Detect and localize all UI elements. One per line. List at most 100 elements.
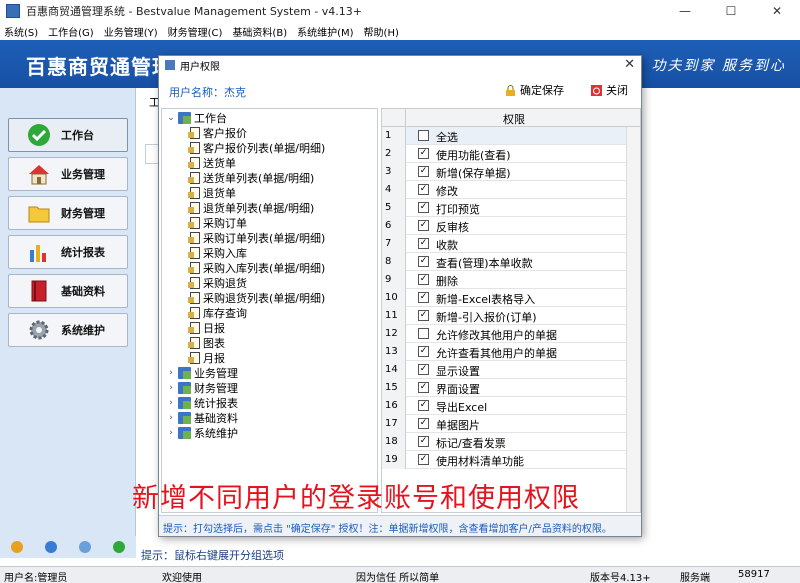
permission-checkbox[interactable]: ✓	[418, 274, 429, 285]
grid-header: 权限	[382, 109, 640, 127]
permission-checkbox[interactable]	[418, 130, 429, 141]
key-icon[interactable]	[11, 541, 23, 553]
table-row[interactable]: 6 ✓ 反审核	[382, 217, 640, 235]
permission-checkbox[interactable]: ✓	[418, 166, 429, 177]
table-row[interactable]: 5 ✓ 打印预览	[382, 199, 640, 217]
book-icon	[27, 279, 51, 303]
permission-checkbox[interactable]: ✓	[418, 418, 429, 429]
table-row[interactable]: 7 ✓ 收款	[382, 235, 640, 253]
back-icon[interactable]	[113, 541, 125, 553]
maximize-button[interactable]: ☐	[708, 0, 754, 22]
document-icon	[188, 306, 200, 319]
permission-checkbox[interactable]: ✓	[418, 256, 429, 267]
tree-node-leaf[interactable]: 采购退货列表(单据/明细)	[188, 290, 325, 305]
table-row[interactable]: 17 ✓ 单据图片	[382, 415, 640, 433]
sidebar-item-basic-data[interactable]: 基础资料	[8, 274, 128, 308]
sidebar-item-finance[interactable]: 财务管理	[8, 196, 128, 230]
permission-checkbox[interactable]: ✓	[418, 148, 429, 159]
tree-node-leaf[interactable]: 图表	[188, 335, 225, 350]
table-row[interactable]: 11 ✓ 新增-引入报价(订单)	[382, 307, 640, 325]
permission-grid: 权限 1 全选 2 ✓ 使用功能(查看) 3 ✓ 新增(保存单据) 4 ✓ 修改 5 ✓ 打印预览 6 ✓ 反审…	[381, 108, 641, 513]
table-row[interactable]: 10 ✓ 新增-Excel表格导入	[382, 289, 640, 307]
permission-checkbox[interactable]: ✓	[418, 400, 429, 411]
tree-node-leaf[interactable]: 采购退货	[188, 275, 247, 290]
expand-icon[interactable]: ›	[166, 413, 176, 423]
permission-checkbox[interactable]: ✓	[418, 238, 429, 249]
close-dialog-button[interactable]: 关闭	[591, 82, 628, 98]
permission-checkbox[interactable]: ✓	[418, 364, 429, 375]
tree-node-leaf[interactable]: 客户报价列表(单据/明细)	[188, 140, 325, 155]
tree-node-group[interactable]: › 基础资料	[166, 410, 238, 425]
tree-node-group[interactable]: › 统计报表	[166, 395, 238, 410]
tree-node-leaf[interactable]: 送货单	[188, 154, 236, 171]
dialog-close-button[interactable]: ✕	[624, 57, 635, 72]
minimize-button[interactable]: —	[662, 0, 708, 22]
document-icon	[188, 351, 200, 364]
table-row[interactable]: 14 ✓ 显示设置	[382, 361, 640, 379]
hint-text: 提示：鼠标右键展开分组选项	[141, 549, 284, 562]
tree-node-leaf[interactable]: 库存查询	[188, 305, 247, 320]
tree-node-group[interactable]: › 财务管理	[166, 380, 238, 395]
tree-node-leaf[interactable]: 退货单列表(单据/明细)	[188, 200, 314, 215]
table-row[interactable]: 15 ✓ 界面设置	[382, 379, 640, 397]
table-row[interactable]: 12 允许修改其他用户的单据	[382, 325, 640, 343]
menu-business[interactable]: 业务管理(Y)	[104, 24, 158, 39]
permission-checkbox[interactable]: ✓	[418, 436, 429, 447]
tree-node-leaf[interactable]: 月报	[188, 350, 225, 365]
close-dialog-label: 关闭	[606, 84, 628, 97]
permission-checkbox[interactable]: ✓	[418, 382, 429, 393]
menu-maintenance[interactable]: 系统维护(M)	[297, 24, 353, 39]
row-number: 6	[382, 217, 406, 235]
permission-checkbox[interactable]	[418, 328, 429, 339]
tree-node-group[interactable]: › 业务管理	[166, 365, 238, 380]
table-row[interactable]: 4 ✓ 修改	[382, 181, 640, 199]
table-row[interactable]: 13 ✓ 允许查看其他用户的单据	[382, 343, 640, 361]
tree-node-group[interactable]: › 系统维护	[166, 425, 238, 440]
save-button[interactable]: 确定保存	[505, 82, 564, 98]
table-row[interactable]: 1 全选	[382, 127, 640, 145]
tree-node-leaf[interactable]: 客户报价	[188, 125, 247, 140]
menu-basic-data[interactable]: 基础资料(B)	[232, 24, 287, 39]
table-row[interactable]: 2 ✓ 使用功能(查看)	[382, 145, 640, 163]
tree-node-root[interactable]: ⌄ 工作台	[166, 110, 227, 125]
document-icon	[188, 246, 200, 259]
collapse-icon[interactable]: ⌄	[166, 113, 176, 123]
tree-node-leaf[interactable]: 退货单	[188, 185, 236, 200]
expand-icon[interactable]: ›	[166, 428, 176, 438]
tree-node-leaf[interactable]: 日报	[188, 320, 225, 335]
table-row[interactable]: 8 ✓ 查看(管理)本单收款	[382, 253, 640, 271]
table-row[interactable]: 16 ✓ 导出Excel	[382, 397, 640, 415]
tree-node-leaf[interactable]: 采购订单列表(单据/明细)	[188, 230, 325, 245]
sidebar-item-reports[interactable]: 统计报表	[8, 235, 128, 269]
permission-checkbox[interactable]: ✓	[418, 220, 429, 231]
permission-checkbox[interactable]: ✓	[418, 454, 429, 465]
search-icon[interactable]	[79, 541, 91, 553]
tree-node-leaf[interactable]: 采购入库列表(单据/明细)	[188, 260, 325, 275]
close-button[interactable]: ✕	[754, 0, 800, 22]
grid-scrollbar[interactable]	[626, 127, 640, 512]
menu-system[interactable]: 系统(S)	[4, 24, 38, 39]
table-row[interactable]: 9 ✓ 删除	[382, 271, 640, 289]
permission-checkbox[interactable]: ✓	[418, 346, 429, 357]
info-icon[interactable]	[45, 541, 57, 553]
permission-checkbox[interactable]: ✓	[418, 310, 429, 321]
expand-icon[interactable]: ›	[166, 383, 176, 393]
table-row[interactable]: 3 ✓ 新增(保存单据)	[382, 163, 640, 181]
menu-help[interactable]: 帮助(H)	[364, 24, 399, 39]
tree-node-leaf[interactable]: 采购订单	[188, 215, 247, 230]
expand-icon[interactable]: ›	[166, 398, 176, 408]
sidebar-item-workbench[interactable]: 工作台	[8, 118, 128, 152]
table-row[interactable]: 19 ✓ 使用材料清单功能	[382, 451, 640, 469]
permission-checkbox[interactable]: ✓	[418, 202, 429, 213]
sidebar-item-business[interactable]: 业务管理	[8, 157, 128, 191]
tree-node-leaf[interactable]: 送货单列表(单据/明细)	[188, 170, 314, 185]
expand-icon[interactable]: ›	[166, 368, 176, 378]
permission-checkbox[interactable]: ✓	[418, 292, 429, 303]
sidebar-item-maintenance[interactable]: 系统维护	[8, 313, 128, 347]
menu-finance[interactable]: 财务管理(C)	[168, 24, 223, 39]
tree-node-leaf[interactable]: 采购入库	[188, 245, 247, 260]
permission-tree: ⌄ 工作台 客户报价 客户报价列表(单据/明细) 送货单 送货单列表(单据/明细) 退货…	[161, 108, 378, 513]
menu-workbench[interactable]: 工作台(G)	[48, 24, 94, 39]
permission-checkbox[interactable]: ✓	[418, 184, 429, 195]
table-row[interactable]: 18 ✓ 标记/查看发票	[382, 433, 640, 451]
